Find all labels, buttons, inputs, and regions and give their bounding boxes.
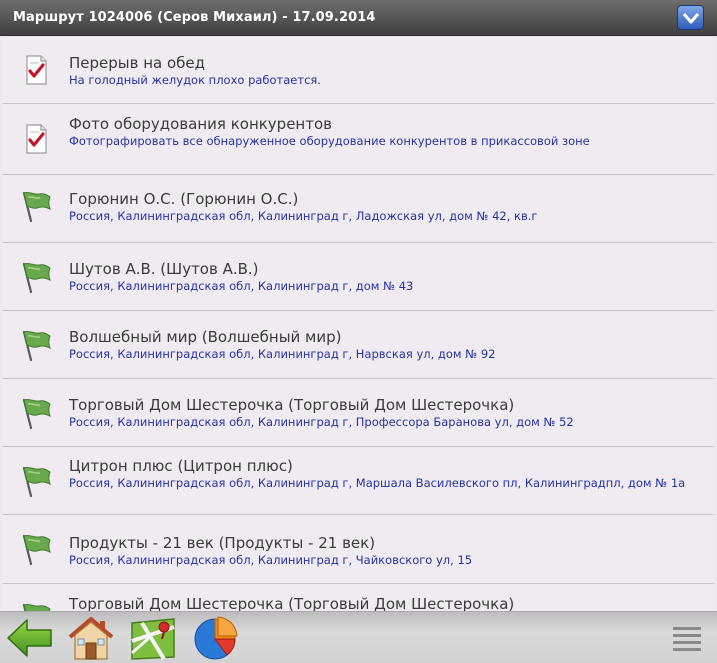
flag-icon bbox=[22, 466, 51, 498]
list-item-title: Торговый Дом Шестерочка (Торговый Дом Ше… bbox=[69, 396, 515, 414]
route-points-list: Перерыв на обед На голодный желудок плох… bbox=[0, 37, 717, 611]
list-item[interactable]: Цитрон плюс (Цитрон плюс) Россия, Калини… bbox=[3, 447, 714, 515]
map-icon bbox=[131, 618, 175, 661]
flag-icon bbox=[22, 398, 51, 430]
list-item-title: Шутов А.В. (Шутов А.В.) bbox=[69, 260, 259, 278]
list-item[interactable]: Торговый Дом Шестерочка (Торговый Дом Ше… bbox=[3, 584, 714, 611]
list-item-title: Волшебный мир (Волшебный мир) bbox=[69, 328, 342, 346]
route-title: Маршрут 1024006 (Серов Михаил) - 17.09.2… bbox=[13, 10, 376, 25]
flag-icon bbox=[22, 191, 51, 223]
list-item-title: Фото оборудования конкурентов bbox=[69, 115, 332, 133]
list-item[interactable]: Горюнин О.С. (Горюнин О.С.) Россия, Кали… bbox=[3, 175, 714, 243]
list-item[interactable]: Торговый Дом Шестерочка (Торговый Дом Ше… bbox=[3, 379, 714, 447]
list-item[interactable]: Перерыв на обед На голодный желудок плох… bbox=[3, 37, 714, 104]
flag-icon bbox=[22, 330, 51, 362]
list-item-subtitle: На голодный желудок плохо работается. bbox=[69, 73, 321, 87]
back-arrow-icon bbox=[7, 619, 52, 657]
list-item[interactable]: Шутов А.В. (Шутов А.В.) Россия, Калининг… bbox=[3, 243, 714, 311]
list-item-subtitle: Россия, Калининградская обл, Калининград… bbox=[69, 209, 538, 223]
task-icon bbox=[26, 55, 47, 85]
list-item[interactable]: Фото оборудования конкурентов Фотографир… bbox=[3, 104, 714, 175]
bottom-toolbar bbox=[0, 611, 717, 663]
list-item-title: Торговый Дом Шестерочка (Торговый Дом Ше… bbox=[69, 595, 515, 611]
route-header: Маршрут 1024006 (Серов Михаил) - 17.09.2… bbox=[0, 0, 717, 36]
home-icon bbox=[68, 617, 114, 660]
reports-button[interactable] bbox=[191, 615, 241, 661]
list-item-subtitle: Россия, Калининградская обл, Калининград… bbox=[69, 553, 473, 567]
list-item-subtitle: Россия, Калининградская обл, Калининград… bbox=[69, 476, 686, 490]
pie-chart-icon bbox=[194, 616, 238, 660]
flag-icon bbox=[22, 262, 51, 294]
list-item-title: Цитрон плюс (Цитрон плюс) bbox=[69, 457, 293, 475]
list-item-title: Горюнин О.С. (Горюнин О.С.) bbox=[69, 190, 299, 208]
list-item[interactable]: Продукты - 21 век (Продукты - 21 век) Ро… bbox=[3, 515, 714, 584]
list-item-subtitle: Фотографировать все обнаруженное оборудо… bbox=[69, 134, 590, 148]
chevron-down-icon bbox=[682, 12, 699, 23]
list-item-subtitle: Россия, Калининградская обл, Калининград… bbox=[69, 415, 574, 429]
list-item-title: Продукты - 21 век (Продукты - 21 век) bbox=[69, 534, 376, 552]
list-item[interactable]: Волшебный мир (Волшебный мир) Россия, Ка… bbox=[3, 311, 714, 379]
list-item-subtitle: Россия, Калининградская обл, Калининград… bbox=[69, 279, 414, 293]
list-item-title: Перерыв на обед bbox=[69, 54, 206, 72]
list-item-subtitle: Россия, Калининградская обл, Калининград… bbox=[69, 347, 496, 361]
back-button[interactable] bbox=[5, 615, 55, 661]
flag-icon bbox=[22, 534, 51, 566]
menu-icon bbox=[673, 627, 701, 651]
home-button[interactable] bbox=[66, 615, 116, 661]
flag-icon bbox=[22, 603, 51, 611]
collapse-button[interactable] bbox=[677, 5, 704, 30]
map-button[interactable] bbox=[128, 615, 178, 661]
task-icon bbox=[26, 124, 47, 154]
menu-button[interactable] bbox=[672, 624, 702, 654]
